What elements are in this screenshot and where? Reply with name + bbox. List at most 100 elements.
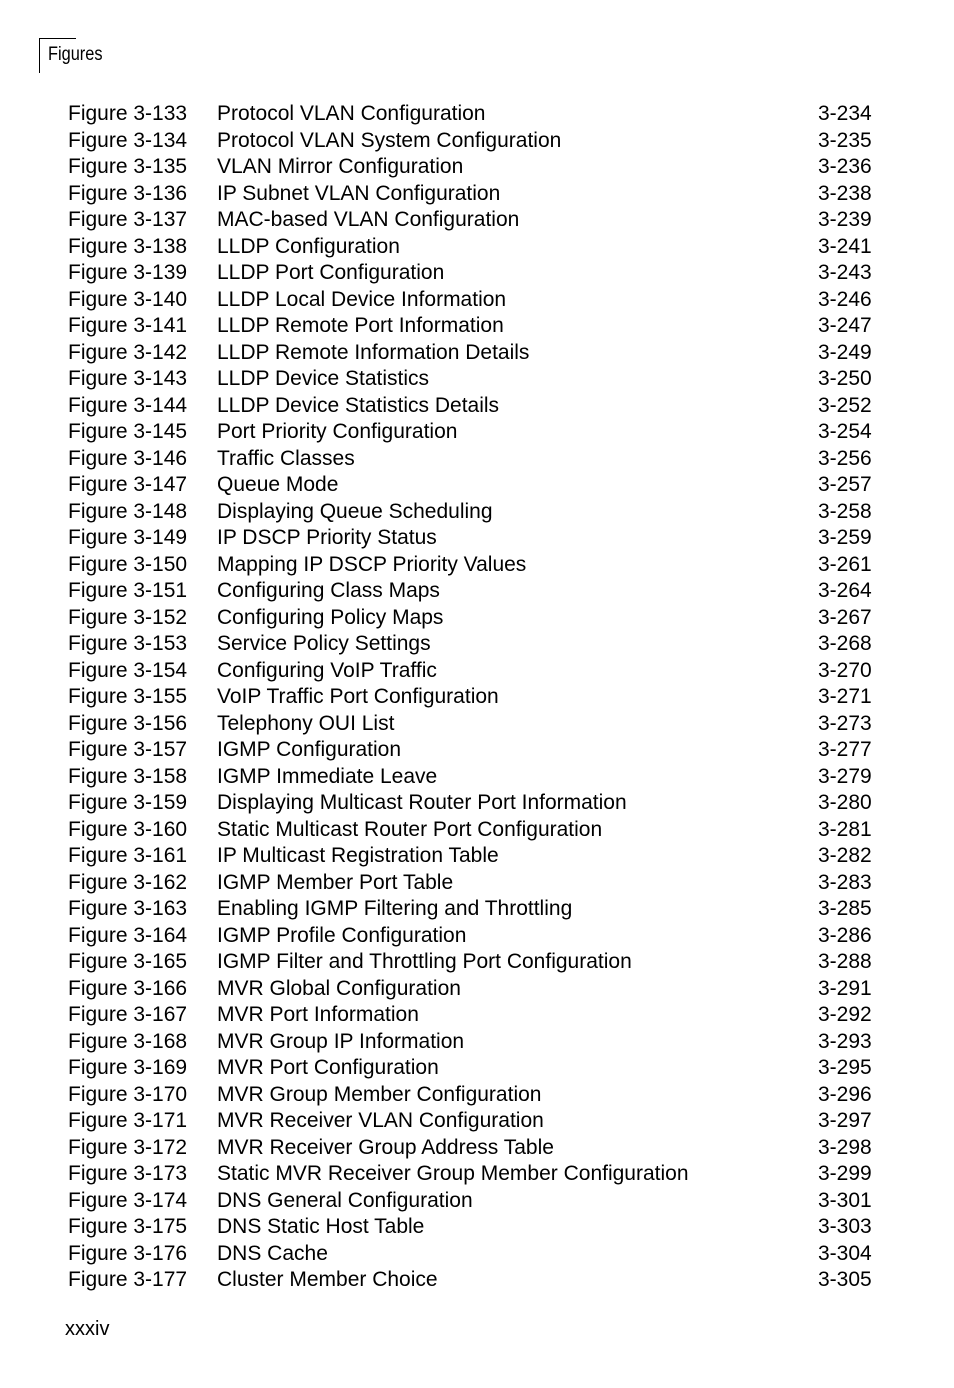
figure-page-reference[interactable]: 3-270 — [818, 658, 872, 685]
toc-entry[interactable]: Figure 3-157 IGMP Configuration 3-277 — [0, 737, 954, 764]
figure-page-reference[interactable]: 3-303 — [818, 1214, 872, 1241]
toc-entry[interactable]: Figure 3-160 Static Multicast Router Port… — [0, 817, 954, 844]
figure-page-reference[interactable]: 3-250 — [818, 366, 872, 393]
figure-page-reference[interactable]: 3-298 — [818, 1135, 872, 1162]
figure-title[interactable]: MVR Port Information — [217, 1002, 419, 1029]
figure-page-reference[interactable]: 3-279 — [818, 764, 872, 791]
figure-title[interactable]: MVR Group IP Information — [217, 1029, 464, 1056]
figure-page-reference[interactable]: 3-285 — [818, 896, 872, 923]
toc-entry[interactable]: Figure 3-156 Telephony OUI List 3-273 — [0, 711, 954, 738]
figure-page-reference[interactable]: 3-247 — [818, 313, 872, 340]
figure-title[interactable]: IGMP Configuration — [217, 737, 401, 764]
toc-entry[interactable]: Figure 3-136 IP Subnet VLAN Configuration… — [0, 181, 954, 208]
figure-page-reference[interactable]: 3-292 — [818, 1002, 872, 1029]
toc-entry[interactable]: Figure 3-155 VoIP Traffic Port Configurat… — [0, 684, 954, 711]
figure-title[interactable]: IGMP Profile Configuration — [217, 923, 466, 950]
figure-page-reference[interactable]: 3-256 — [818, 446, 872, 473]
toc-entry[interactable]: Figure 3-165 IGMP Filter and Throttling P… — [0, 949, 954, 976]
figure-page-reference[interactable]: 3-236 — [818, 154, 872, 181]
figure-title[interactable]: Configuring VoIP Traffic — [217, 658, 437, 685]
toc-entry[interactable]: Figure 3-135 VLAN Mirror Configuration 3-2… — [0, 154, 954, 181]
toc-entry[interactable]: Figure 3-159 Displaying Multicast Router … — [0, 790, 954, 817]
figure-title[interactable]: VoIP Traffic Port Configuration — [217, 684, 499, 711]
figure-page-reference[interactable]: 3-259 — [818, 525, 872, 552]
figure-title[interactable]: DNS Static Host Table — [217, 1214, 424, 1241]
figure-title[interactable]: MVR Receiver Group Address Table — [217, 1135, 554, 1162]
figure-page-reference[interactable]: 3-268 — [818, 631, 872, 658]
figure-page-reference[interactable]: 3-304 — [818, 1241, 872, 1268]
toc-entry[interactable]: Figure 3-170 MVR Group Member Configurati… — [0, 1082, 954, 1109]
toc-entry[interactable]: Figure 3-171 MVR Receiver VLAN Configurat… — [0, 1108, 954, 1135]
figure-title[interactable]: IGMP Immediate Leave — [217, 764, 437, 791]
toc-entry[interactable]: Figure 3-162 IGMP Member Port Table 3-283 — [0, 870, 954, 897]
figure-title[interactable]: DNS Cache — [217, 1241, 328, 1268]
toc-entry[interactable]: Figure 3-144 LLDP Device Statistics Detai… — [0, 393, 954, 420]
figure-page-reference[interactable]: 3-281 — [818, 817, 872, 844]
figure-page-reference[interactable]: 3-291 — [818, 976, 872, 1003]
figure-title[interactable]: LLDP Port Configuration — [217, 260, 444, 287]
figure-title[interactable]: IGMP Member Port Table — [217, 870, 453, 897]
figure-title[interactable]: LLDP Device Statistics — [217, 366, 429, 393]
figure-page-reference[interactable]: 3-254 — [818, 419, 872, 446]
toc-entry[interactable]: Figure 3-147 Queue Mode 3-257 — [0, 472, 954, 499]
figure-title[interactable]: Traffic Classes — [217, 446, 355, 473]
figure-title[interactable]: VLAN Mirror Configuration — [217, 154, 463, 181]
toc-entry[interactable]: Figure 3-158 IGMP Immediate Leave 3-279 — [0, 764, 954, 791]
figure-title[interactable]: Displaying Multicast Router Port Informa… — [217, 790, 627, 817]
figure-title[interactable]: Protocol VLAN Configuration — [217, 101, 485, 128]
toc-entry[interactable]: Figure 3-177 Cluster Member Choice 3-305 — [0, 1267, 954, 1294]
toc-entry[interactable]: Figure 3-161 IP Multicast Registration Ta… — [0, 843, 954, 870]
figure-page-reference[interactable]: 3-271 — [818, 684, 872, 711]
toc-entry[interactable]: Figure 3-169 MVR Port Configuration 3-295 — [0, 1055, 954, 1082]
figure-page-reference[interactable]: 3-277 — [818, 737, 872, 764]
toc-entry[interactable]: Figure 3-149 IP DSCP Priority Status 3-259 — [0, 525, 954, 552]
figure-page-reference[interactable]: 3-280 — [818, 790, 872, 817]
figure-title[interactable]: DNS General Configuration — [217, 1188, 473, 1215]
figure-title[interactable]: MVR Receiver VLAN Configuration — [217, 1108, 544, 1135]
figure-title[interactable]: Configuring Class Maps — [217, 578, 440, 605]
figure-title[interactable]: Static MVR Receiver Group Member Configu… — [217, 1161, 689, 1188]
figure-page-reference[interactable]: 3-261 — [818, 552, 872, 579]
toc-entry[interactable]: Figure 3-138 LLDP Configuration 3-241 — [0, 234, 954, 261]
figure-page-reference[interactable]: 3-282 — [818, 843, 872, 870]
figure-page-reference[interactable]: 3-286 — [818, 923, 872, 950]
figure-title[interactable]: Service Policy Settings — [217, 631, 431, 658]
figure-page-reference[interactable]: 3-296 — [818, 1082, 872, 1109]
figure-title[interactable]: LLDP Local Device Information — [217, 287, 506, 314]
figure-page-reference[interactable]: 3-295 — [818, 1055, 872, 1082]
figure-title[interactable]: MVR Group Member Configuration — [217, 1082, 541, 1109]
toc-entry[interactable]: Figure 3-174 DNS General Configuration 3-3… — [0, 1188, 954, 1215]
figure-title[interactable]: LLDP Remote Information Details — [217, 340, 529, 367]
toc-entry[interactable]: Figure 3-140 LLDP Local Device Informatio… — [0, 287, 954, 314]
figure-page-reference[interactable]: 3-305 — [818, 1267, 872, 1294]
figure-title[interactable]: IP Subnet VLAN Configuration — [217, 181, 500, 208]
figure-page-reference[interactable]: 3-293 — [818, 1029, 872, 1056]
toc-entry[interactable]: Figure 3-134 Protocol VLAN System Configu… — [0, 128, 954, 155]
figure-title[interactable]: Displaying Queue Scheduling — [217, 499, 493, 526]
toc-entry[interactable]: Figure 3-146 Traffic Classes 3-256 — [0, 446, 954, 473]
toc-entry[interactable]: Figure 3-167 MVR Port Information 3-292 — [0, 1002, 954, 1029]
figure-page-reference[interactable]: 3-241 — [818, 234, 872, 261]
figure-page-reference[interactable]: 3-301 — [818, 1188, 872, 1215]
figure-page-reference[interactable]: 3-273 — [818, 711, 872, 738]
figure-page-reference[interactable]: 3-234 — [818, 101, 872, 128]
figure-page-reference[interactable]: 3-257 — [818, 472, 872, 499]
figure-title[interactable]: MVR Global Configuration — [217, 976, 461, 1003]
toc-entry[interactable]: Figure 3-172 MVR Receiver Group Address T… — [0, 1135, 954, 1162]
toc-entry[interactable]: Figure 3-154 Configuring VoIP Traffic 3-27… — [0, 658, 954, 685]
figure-title[interactable]: Telephony OUI List — [217, 711, 394, 738]
toc-entry[interactable]: Figure 3-143 LLDP Device Statistics 3-250 — [0, 366, 954, 393]
figure-title[interactable]: Static Multicast Router Port Configurati… — [217, 817, 602, 844]
toc-entry[interactable]: Figure 3-168 MVR Group IP Information 3-29… — [0, 1029, 954, 1056]
figure-page-reference[interactable]: 3-252 — [818, 393, 872, 420]
figure-title[interactable]: IP Multicast Registration Table — [217, 843, 499, 870]
figure-page-reference[interactable]: 3-238 — [818, 181, 872, 208]
toc-entry[interactable]: Figure 3-152 Configuring Policy Maps 3-267 — [0, 605, 954, 632]
figure-title[interactable]: Port Priority Configuration — [217, 419, 457, 446]
figure-title[interactable]: Configuring Policy Maps — [217, 605, 443, 632]
toc-entry[interactable]: Figure 3-173 Static MVR Receiver Group Me… — [0, 1161, 954, 1188]
figure-title[interactable]: Cluster Member Choice — [217, 1267, 438, 1294]
toc-entry[interactable]: Figure 3-145 Port Priority Configuration 3… — [0, 419, 954, 446]
figure-page-reference[interactable]: 3-267 — [818, 605, 872, 632]
toc-entry[interactable]: Figure 3-148 Displaying Queue Scheduling 3… — [0, 499, 954, 526]
